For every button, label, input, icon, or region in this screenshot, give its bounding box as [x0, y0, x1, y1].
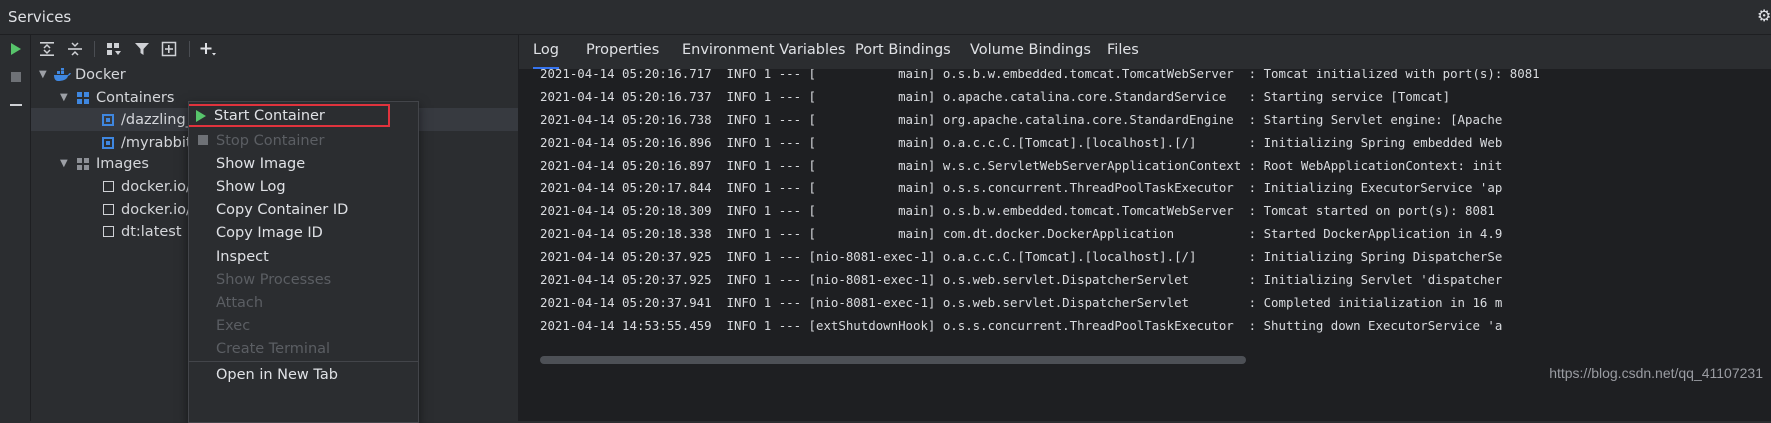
group-by-icon [107, 43, 121, 55]
tree-node-image[interactable]: docker.io/( [99, 198, 197, 221]
container-icon [99, 111, 117, 129]
menu-item-create-terminal: Create Terminal [189, 337, 418, 360]
log-output[interactable]: 2021-04-14 05:20:16.717 INFO 1 --- [ mai… [519, 69, 1771, 421]
menu-item-inspect[interactable]: Inspect [189, 245, 418, 268]
chevron-down-icon: ▼ [60, 92, 68, 103]
tab-port-bindings[interactable]: Port Bindings [855, 35, 951, 69]
menu-item-label: Attach [216, 294, 264, 311]
tree-label-images: Images [96, 155, 149, 172]
window-title: Services [8, 8, 72, 26]
menu-item-show-log[interactable]: Show Log [189, 175, 418, 198]
menu-item-label: Start Container [214, 107, 325, 124]
log-line: 2021-04-14 05:20:16.896 INFO 1 --- [ mai… [540, 134, 1503, 150]
menu-item-open-in-new-tab[interactable]: Open in New Tab [189, 363, 418, 386]
tree-node-docker[interactable]: ▼ Docker [39, 63, 126, 86]
menu-item-label: Show Processes [216, 271, 332, 288]
log-line: 2021-04-14 05:20:37.925 INFO 1 --- [nio-… [540, 249, 1503, 265]
tab-properties[interactable]: Properties [586, 35, 659, 69]
log-line: 2021-04-14 05:20:18.309 INFO 1 --- [ mai… [540, 203, 1495, 219]
toolbar-separator [189, 41, 190, 57]
minus-icon [10, 104, 22, 106]
menu-item-label: Exec [216, 317, 251, 334]
menu-item-copy-image-id[interactable]: Copy Image ID [189, 221, 418, 244]
tree-node-image[interactable]: docker.io/j [99, 175, 195, 198]
collapse-button[interactable] [5, 94, 27, 116]
left-toolbar [0, 35, 31, 421]
menu-item-show-processes: Show Processes [189, 268, 418, 291]
menu-item-copy-container-id[interactable]: Copy Container ID [189, 198, 418, 221]
run-button[interactable] [5, 38, 27, 60]
collapse-all-icon [68, 42, 82, 56]
menu-item-start-container[interactable]: Start Container [189, 104, 390, 127]
tab-volume-bindings[interactable]: Volume Bindings [970, 35, 1091, 69]
menu-item-label: Show Log [216, 178, 286, 195]
tree-label-containers: Containers [96, 89, 175, 106]
container-icon [99, 134, 117, 152]
tree-label-image: docker.io/( [121, 201, 197, 218]
log-line: 2021-04-14 05:20:37.941 INFO 1 --- [nio-… [540, 294, 1503, 310]
chevron-down-icon: ▼ [60, 158, 68, 169]
menu-item-label: Stop Container [216, 132, 325, 149]
group-by-button[interactable] [103, 38, 125, 60]
title-bar: Services ⚙ [0, 0, 1771, 35]
play-icon [11, 43, 21, 55]
menu-item-stop-container: Stop Container [189, 129, 418, 152]
stop-icon [11, 72, 21, 82]
collapse-all-button[interactable] [64, 38, 86, 60]
chevron-down-icon: ▼ [39, 69, 47, 80]
log-line: 2021-04-14 05:20:37.925 INFO 1 --- [nio-… [540, 272, 1503, 288]
add-button[interactable] [197, 38, 219, 60]
log-line: 2021-04-14 05:20:16.738 INFO 1 --- [ mai… [540, 111, 1503, 127]
images-icon [74, 155, 92, 173]
menu-item-exec: Exec [189, 314, 418, 337]
image-icon [99, 178, 117, 196]
log-line: 2021-04-14 05:20:16.717 INFO 1 --- [ mai… [540, 69, 1540, 81]
docker-icon [53, 66, 71, 84]
tree-node-containers[interactable]: ▼ Containers [60, 86, 174, 109]
tree-node-images[interactable]: ▼ Images [60, 152, 149, 175]
tree-node-image[interactable]: dt:latest [99, 220, 182, 243]
log-line: 2021-04-14 14:53:55.459 INFO 1 --- [extS… [540, 317, 1503, 333]
menu-item-label: Create Terminal [216, 340, 331, 357]
menu-separator [189, 361, 418, 362]
image-icon [99, 223, 117, 241]
menu-item-label: Copy Container ID [216, 201, 349, 218]
menu-item-show-image[interactable]: Show Image [189, 152, 418, 175]
menu-item-label: Show Image [216, 155, 306, 172]
expand-all-button[interactable] [36, 38, 58, 60]
containers-icon [74, 89, 92, 107]
menu-item-label: Open in New Tab [216, 366, 338, 383]
tab-environment-variables[interactable]: Environment Variables [682, 35, 845, 69]
context-menu: Start Container Stop Container Show Imag… [188, 101, 419, 423]
menu-item-label: Copy Image ID [216, 224, 323, 241]
log-line: 2021-04-14 05:20:17.844 INFO 1 --- [ mai… [540, 180, 1503, 196]
log-line: 2021-04-14 05:20:16.737 INFO 1 --- [ mai… [540, 88, 1451, 104]
tree-label-image: dt:latest [121, 223, 182, 240]
watermark: https://blog.csdn.net/qq_41107231 [1549, 365, 1763, 381]
services-toolbar [31, 35, 518, 63]
play-icon [196, 110, 206, 122]
image-icon [99, 201, 117, 219]
tab-files[interactable]: Files [1107, 35, 1139, 69]
new-service-button[interactable] [159, 38, 181, 60]
tab-log[interactable]: Log [533, 35, 559, 69]
filter-button[interactable] [131, 38, 153, 60]
expand-all-icon [40, 42, 54, 56]
stop-icon [198, 135, 208, 145]
menu-item-label: Inspect [216, 248, 269, 265]
tree-label-image: docker.io/j [121, 178, 195, 195]
toolbar-separator [94, 41, 95, 57]
log-line: 2021-04-14 05:20:18.338 INFO 1 --- [ mai… [540, 226, 1503, 242]
log-line: 2021-04-14 05:20:16.897 INFO 1 --- [ mai… [540, 157, 1503, 173]
horizontal-scrollbar[interactable] [540, 356, 1246, 364]
add-service-icon [161, 41, 177, 57]
filter-icon [135, 43, 149, 55]
menu-item-attach: Attach [189, 291, 418, 314]
log-lines: 2021-04-14 05:20:16.717 INFO 1 --- [ mai… [540, 69, 1540, 338]
gear-icon[interactable]: ⚙ [1757, 6, 1771, 26]
tree-label-docker: Docker [75, 66, 126, 83]
plus-dropdown-icon [200, 43, 216, 56]
stop-button[interactable] [5, 66, 27, 88]
detail-tabs: Log Properties Environment Variables Por… [519, 35, 1771, 70]
